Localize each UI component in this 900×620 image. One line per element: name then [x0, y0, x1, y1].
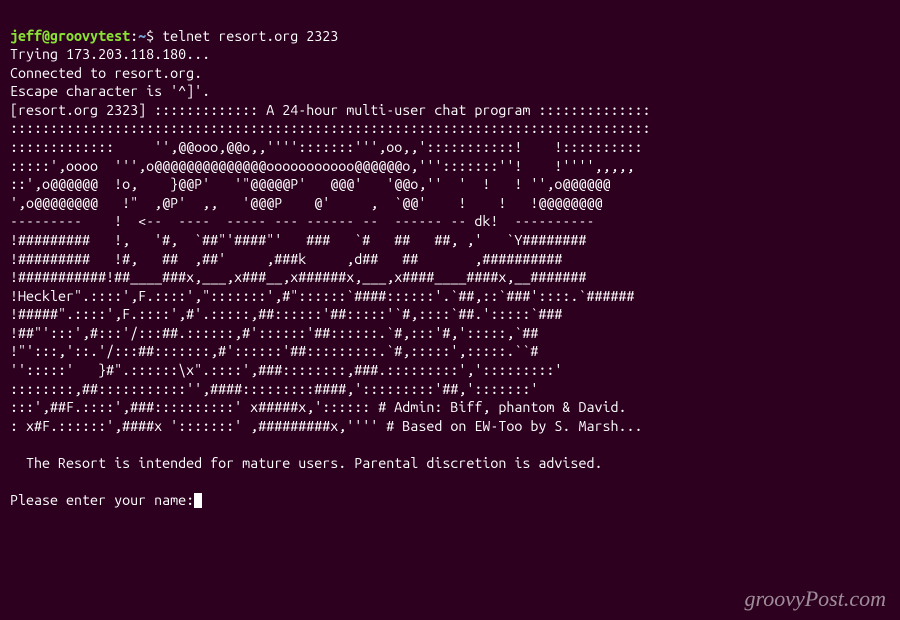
banner-line-4: ::',o@@@@@@ !o, }@@P' '"@@@@@P' @@@' '@@… [10, 176, 610, 192]
cursor-icon[interactable] [194, 493, 202, 508]
banner-line-14: '':::::' }#".::::::\x".::::',###::::::::… [10, 362, 562, 378]
banner-line-3: :::::',oooo ''',o@@@@@@@@@@@@@@ooooooooo… [10, 158, 634, 174]
prompt-symbol: $ [146, 28, 154, 44]
banner-line-13: !"':::,'::.'/:::##:::::::,#'::::::'##:::… [10, 343, 538, 359]
watermark-text: groovyPost.com [744, 585, 886, 614]
banner-line-5: ',o@@@@@@@@ !" ,@P' ,, '@@@P @' , `@@' !… [10, 195, 602, 211]
prompt-separator: : [130, 28, 138, 44]
banner-line-1: ::::::::::::::::::::::::::::::::::::::::… [10, 120, 651, 136]
banner-line-6: --------- ! <-- ---- ----- --- ------ --… [10, 213, 594, 229]
connect-line-2: Connected to resort.org. [10, 65, 202, 81]
banner-line-8: !######### !#, ## ,##' ,###k ,d## ## ,##… [10, 251, 562, 267]
connect-line-1: Trying 173.203.118.180... [10, 46, 210, 62]
connect-line-3: Escape character is '^]'. [10, 83, 210, 99]
banner-line-16: :::',##F.::::',###::::::::::' x#####x,':… [10, 399, 626, 415]
banner-line-2: ::::::::::::: '',@@ooo,@@o,,'''':::::::'… [10, 139, 643, 155]
banner-line-15: ::::::::,##:::::::::::'',####:::::::::##… [10, 381, 538, 397]
banner-line-9: !###########!##____###x,___,x###__,x####… [10, 269, 586, 285]
name-prompt-label: Please enter your name: [10, 492, 194, 508]
banner-line-17: : x#F.::::::',####x ':::::::' ,#########… [10, 418, 643, 434]
prompt-user-host: jeff@groovytest [10, 28, 130, 44]
banner-line-12: !##"':::',#:::'/:::##.::::::,#'::::::'##… [10, 325, 538, 341]
banner-line-7: !######### !, '#, `##"'####"' ### `# ## … [10, 232, 586, 248]
command-text: telnet resort.org 2323 [162, 28, 338, 44]
mature-notice: The Resort is intended for mature users.… [10, 455, 602, 471]
banner-line-11: !#####".::::',F.::::',#'.:::::,##::::::'… [10, 306, 562, 322]
banner-line-0: [resort.org 2323] ::::::::::::: A 24-hou… [10, 102, 651, 118]
banner-line-10: !Heckler".::::',F.::::',":::::::',#"::::… [10, 288, 634, 304]
terminal-window[interactable]: jeff@groovytest:~$ telnet resort.org 232… [0, 0, 900, 620]
prompt-path: ~ [138, 28, 146, 44]
